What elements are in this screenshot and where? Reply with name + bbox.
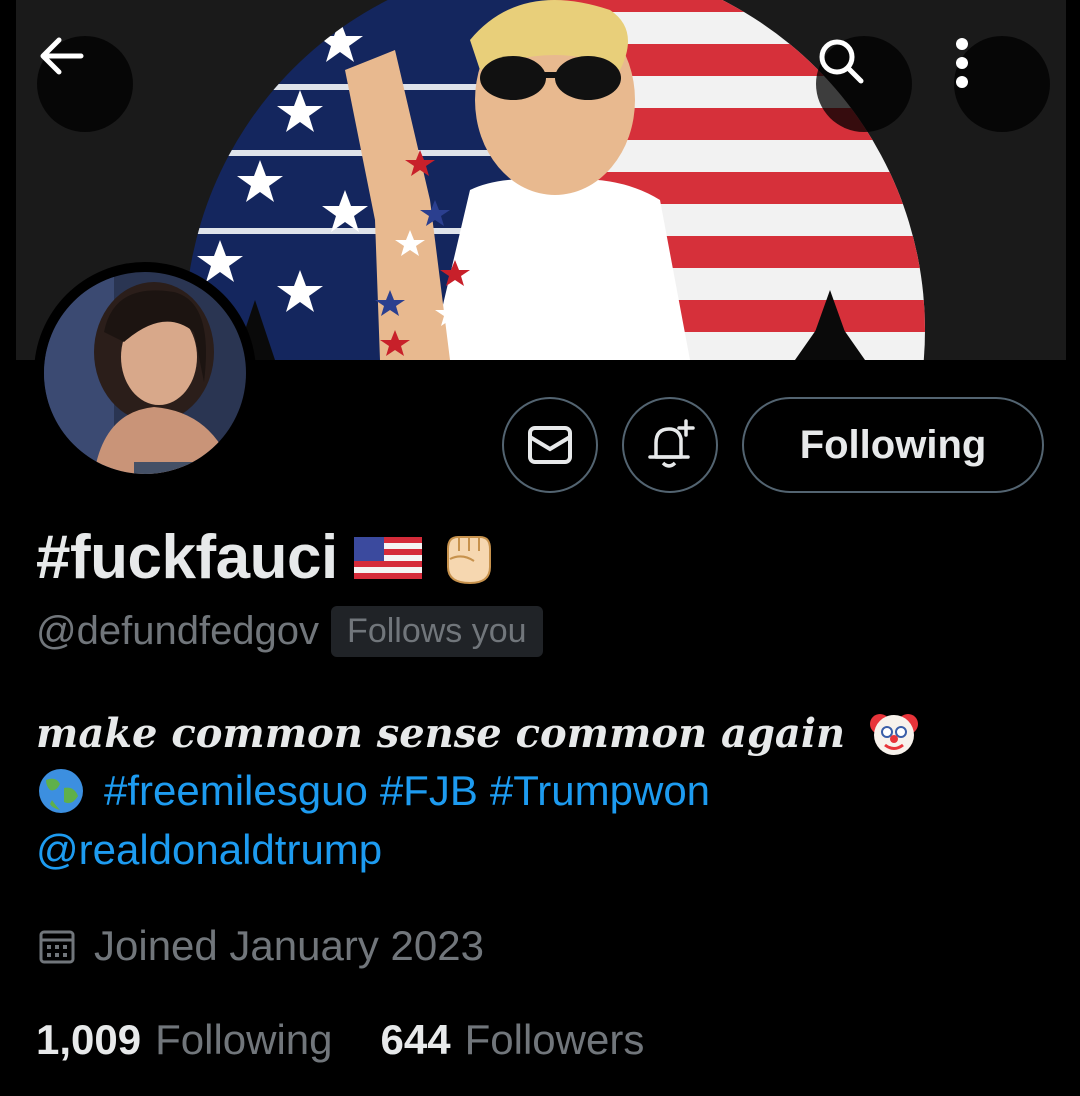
mention-link[interactable]: @realdonaldtrump (36, 826, 382, 873)
display-name-row: #fuckfauci (36, 522, 496, 593)
following-button[interactable]: Following (742, 397, 1044, 493)
search-icon (819, 39, 864, 84)
follows-you-badge: Follows you (331, 606, 543, 657)
handle: @defundfedgov (36, 609, 320, 653)
hashtag-link[interactable]: #freemilesguo (104, 767, 368, 815)
followers-count[interactable]: 644 (381, 1016, 451, 1064)
calendar-icon (39, 930, 75, 964)
notify-button[interactable] (622, 397, 718, 493)
follow-stats: 1,009 Following 644 Followers (36, 1016, 692, 1064)
back-button[interactable] (37, 36, 133, 132)
bio-line-3: @realdonaldtrump (36, 826, 382, 874)
message-button[interactable] (502, 397, 598, 493)
search-button[interactable] (816, 36, 912, 132)
globe-emoji (39, 769, 83, 813)
clown-face-emoji (870, 714, 919, 755)
mail-icon (528, 426, 572, 464)
display-name: #fuckfauci (36, 523, 338, 592)
followers-label[interactable]: Followers (465, 1016, 645, 1064)
bell-plus-icon (648, 419, 695, 468)
bio-line-2: #freemilesguo #FJB #Trumpwon (36, 766, 710, 816)
hashtag-link[interactable]: #FJB (380, 767, 478, 815)
hashtag-link[interactable]: #Trumpwon (490, 767, 710, 815)
more-options-button[interactable] (954, 36, 1050, 132)
more-vertical-icon (956, 38, 968, 88)
following-count[interactable]: 1,009 (36, 1016, 141, 1064)
handle-row: @defundfedgov Follows you (36, 606, 543, 657)
avatar-image (44, 272, 246, 474)
avatar[interactable] (34, 262, 256, 484)
following-label[interactable]: Following (155, 1016, 332, 1064)
bio-line-1: make common sense common again (36, 708, 919, 758)
us-flag-emoji (353, 536, 422, 579)
joined-date: Joined January 2023 (38, 922, 484, 970)
bio-text: make common sense common again (36, 709, 846, 757)
raised-fist-emoji (446, 535, 491, 584)
joined-text: Joined January 2023 (94, 922, 484, 969)
arrow-left-icon (40, 37, 84, 75)
